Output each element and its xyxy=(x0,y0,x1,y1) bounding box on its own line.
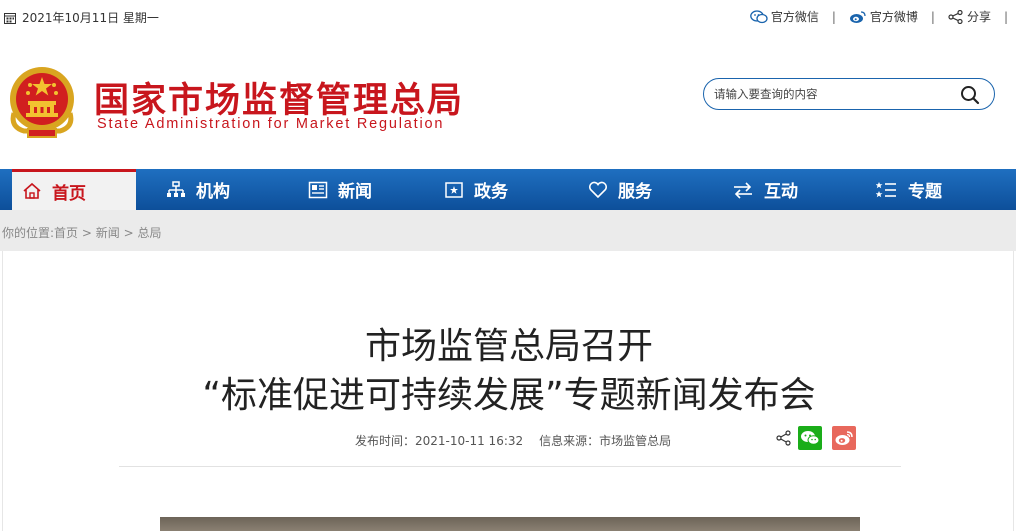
nav-item-gov[interactable]: 政务 xyxy=(414,169,558,210)
heart-icon xyxy=(588,181,608,198)
separator: | xyxy=(930,9,935,24)
nav-item-interact[interactable]: 互动 xyxy=(702,169,846,210)
nav-item-label: 服务 xyxy=(618,182,652,202)
nav-item-home[interactable]: 首页 xyxy=(12,169,136,210)
divider xyxy=(119,466,901,467)
wechat-icon xyxy=(749,9,768,23)
article-title-line2: “标准促进可持续发展”专题新闻发布会 xyxy=(202,375,816,416)
nav-item-topic[interactable]: 专题 xyxy=(846,169,990,210)
breadcrumb-sep: > xyxy=(81,226,92,240)
nav-item-label: 新闻 xyxy=(338,182,372,202)
date-text: 2021年10月11日 星期一 xyxy=(22,11,159,25)
site-title-en: State Administration for Market Regulati… xyxy=(97,116,445,132)
share-label: 分享 xyxy=(966,10,991,24)
share-weibo-button[interactable] xyxy=(832,426,856,450)
share-icon[interactable] xyxy=(776,430,792,446)
nav-item-label: 首页 xyxy=(52,183,86,204)
info-source: 信息来源：市场监管总局 xyxy=(539,434,672,448)
exchange-icon xyxy=(734,181,752,199)
calendar-icon xyxy=(4,12,16,24)
share-icon xyxy=(948,9,963,24)
breadcrumb-prefix: 你的位置: xyxy=(2,226,55,240)
search-box xyxy=(703,78,995,110)
weibo-icon xyxy=(835,431,853,445)
home-icon xyxy=(23,182,41,199)
share-buttons xyxy=(776,426,856,450)
share-link[interactable]: 分享 xyxy=(948,8,991,25)
site-header: 国家市场监督管理总局 State Administration for Mark… xyxy=(0,34,1016,169)
nav-item-label: 专题 xyxy=(908,182,942,202)
nav-item-service[interactable]: 服务 xyxy=(558,169,702,210)
article-meta: 发布时间：2021-10-11 16:32 信息来源：市场监管总局 xyxy=(355,432,671,449)
official-wechat-label: 官方微信 xyxy=(770,10,819,24)
org-icon xyxy=(167,180,185,197)
wechat-icon xyxy=(801,431,820,445)
nav-item-label: 机构 xyxy=(196,182,230,202)
gov-icon xyxy=(445,181,463,198)
breadcrumb-sep: > xyxy=(123,226,134,240)
breadcrumb-news[interactable]: 新闻 xyxy=(96,226,120,240)
official-weibo-link[interactable]: 官方微博 xyxy=(849,8,918,25)
current-date: 2021年10月11日 星期一 xyxy=(4,9,159,26)
breadcrumb-bar: 你的位置:首页 > 新闻 > 总局 xyxy=(0,210,1016,251)
nav-item-label: 互动 xyxy=(764,182,798,202)
publish-time: 发布时间：2021-10-11 16:32 xyxy=(355,434,524,448)
breadcrumb-bureau[interactable]: 总局 xyxy=(138,226,162,240)
share-wechat-button[interactable] xyxy=(798,426,822,450)
separator: | xyxy=(831,9,836,24)
separator: | xyxy=(1003,9,1008,24)
search-input[interactable] xyxy=(714,85,954,103)
top-bar: 2021年10月11日 星期一 官方微信 | 官方微博 | 分享 | xyxy=(0,0,1016,34)
topic-icon xyxy=(876,181,896,197)
search-icon[interactable] xyxy=(960,85,980,105)
breadcrumb-home[interactable]: 首页 xyxy=(54,226,78,240)
official-weibo-label: 官方微博 xyxy=(869,10,918,24)
nav-item-news[interactable]: 新闻 xyxy=(270,169,414,210)
article-photo xyxy=(160,517,860,531)
article-title-line1: 市场监管总局召开 xyxy=(364,326,653,367)
breadcrumb: 你的位置:首页 > 新闻 > 总局 xyxy=(2,224,162,241)
main-nav: 首页 机构 新闻 政务 服务 互动 专题 xyxy=(0,169,1016,210)
national-emblem-logo[interactable] xyxy=(6,65,78,141)
nav-item-label: 政务 xyxy=(474,182,508,202)
weibo-icon xyxy=(849,10,866,23)
news-icon xyxy=(308,181,328,198)
nav-item-org[interactable]: 机构 xyxy=(136,169,270,210)
official-wechat-link[interactable]: 官方微信 xyxy=(749,8,819,25)
article-container: 市场监管总局召开 “标准促进可持续发展”专题新闻发布会 发布时间：2021-10… xyxy=(2,251,1014,531)
